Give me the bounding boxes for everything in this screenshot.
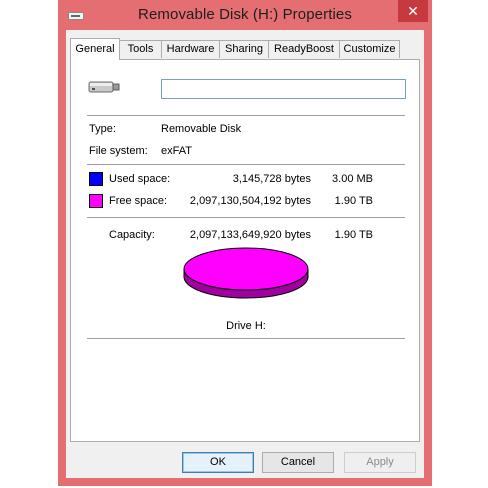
- separator: [87, 164, 405, 165]
- close-button[interactable]: ✕: [398, 0, 428, 22]
- file-system-label: File system:: [89, 145, 148, 157]
- type-label: Type:: [89, 123, 116, 135]
- capacity-size: 1.90 TB: [334, 229, 373, 241]
- drive-label: Drive H:: [226, 320, 266, 332]
- apply-button[interactable]: Apply: [344, 452, 416, 473]
- separator: [87, 217, 405, 218]
- file-system-value: exFAT: [161, 145, 192, 157]
- cancel-button[interactable]: Cancel: [262, 452, 334, 473]
- used-space-size: 3.00 MB: [332, 173, 373, 185]
- tab-readyboost[interactable]: ReadyBoost: [268, 40, 340, 58]
- separator: [87, 338, 405, 339]
- separator: [87, 115, 405, 116]
- disk-usage-pie-chart: [183, 247, 309, 299]
- used-space-label: Used space:: [109, 173, 171, 185]
- free-space-label: Free space:: [109, 195, 168, 207]
- ok-button[interactable]: OK: [182, 452, 254, 473]
- free-space-size: 1.90 TB: [334, 195, 373, 207]
- free-space-slice: [183, 247, 309, 291]
- free-space-bytes: 2,097,130,504,192 bytes: [189, 195, 311, 207]
- tab-sharing[interactable]: Sharing: [219, 40, 269, 58]
- properties-window: Removable Disk (H:) Properties ✕ General…: [58, 0, 432, 486]
- title-bar[interactable]: Removable Disk (H:) Properties ✕: [58, 0, 432, 30]
- general-panel: Type: Removable Disk File system: exFAT …: [70, 59, 420, 442]
- used-space-swatch: [89, 172, 103, 186]
- used-space-bytes: 3,145,728 bytes: [232, 173, 311, 185]
- dialog-client: General Tools Hardware Sharing ReadyBoos…: [66, 30, 424, 478]
- usb-drive-icon: [88, 81, 120, 93]
- type-value: Removable Disk: [161, 123, 242, 135]
- tab-general[interactable]: General: [70, 38, 120, 60]
- window-title: Removable Disk (H:) Properties: [138, 6, 352, 23]
- tab-hardware[interactable]: Hardware: [161, 40, 220, 58]
- free-space-swatch: [89, 194, 103, 208]
- tab-tools[interactable]: Tools: [119, 40, 162, 58]
- capacity-bytes: 2,097,133,649,920 bytes: [189, 229, 311, 241]
- tab-strip: General Tools Hardware Sharing ReadyBoos…: [70, 38, 420, 60]
- capacity-label: Capacity:: [109, 229, 155, 241]
- volume-label-input[interactable]: [161, 79, 406, 99]
- tab-customize[interactable]: Customize: [339, 40, 400, 58]
